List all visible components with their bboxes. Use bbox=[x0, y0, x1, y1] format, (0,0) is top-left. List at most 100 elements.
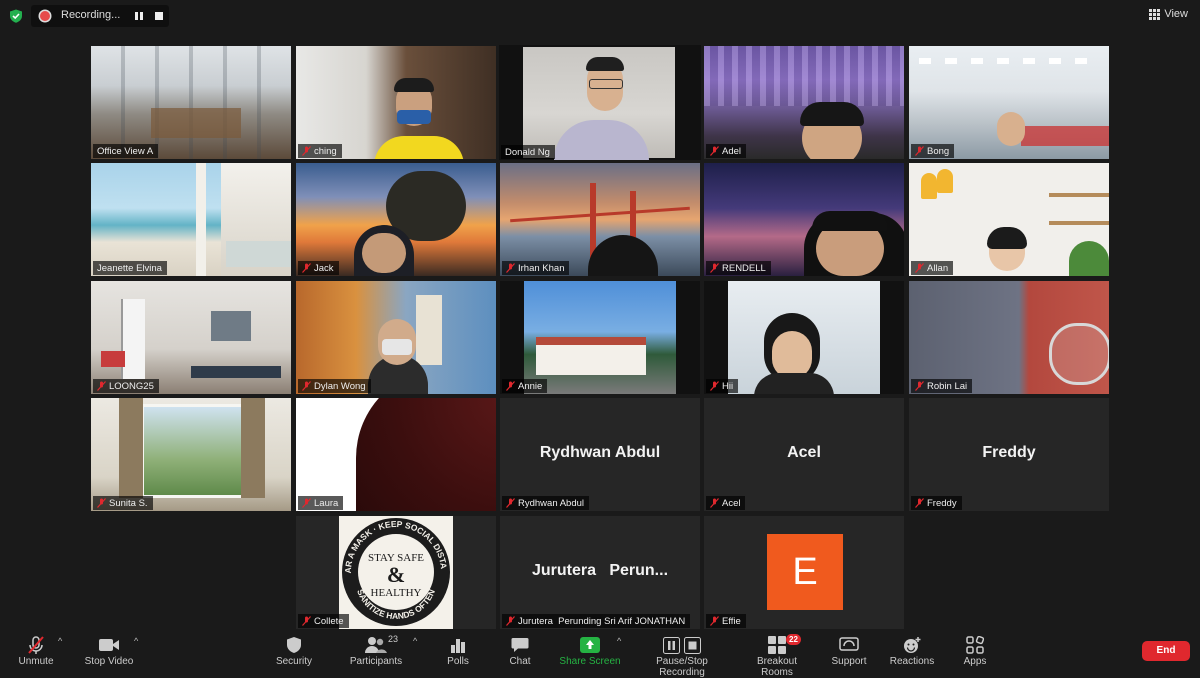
security-shield-icon[interactable] bbox=[9, 9, 23, 23]
participant-display-name: Acel bbox=[787, 444, 821, 461]
video-tile-ching[interactable]: ching bbox=[296, 46, 496, 159]
name-tag: Hii bbox=[706, 379, 739, 393]
name-tag: Dylan Wong bbox=[298, 379, 371, 393]
video-tile-collete[interactable]: WEAR A MASK · KEEP SOCIAL DISTANCE SANIT… bbox=[296, 516, 496, 629]
apps-icon bbox=[966, 636, 984, 654]
apps-button[interactable]: Apps bbox=[958, 634, 992, 667]
video-tile-bong[interactable]: Bong bbox=[909, 46, 1109, 159]
poster-line2: HEALTHY bbox=[371, 587, 422, 599]
video-tile-adel[interactable]: Adel bbox=[704, 46, 904, 159]
name-tag: ching bbox=[298, 144, 342, 158]
video-tile-jeanette-elvina[interactable]: Jeanette Elvina bbox=[91, 163, 291, 276]
polls-label: Polls bbox=[447, 656, 469, 667]
view-label: View bbox=[1164, 8, 1188, 20]
name-tag: Collete bbox=[298, 614, 349, 628]
mic-muted-icon bbox=[915, 381, 924, 391]
end-meeting-button[interactable]: End bbox=[1142, 641, 1190, 661]
name-tag: Sunita S. bbox=[93, 496, 153, 510]
video-tile-robin-lai[interactable]: Robin Lai bbox=[909, 281, 1109, 394]
mic-muted-icon bbox=[506, 498, 515, 508]
mic-muted-icon bbox=[302, 498, 311, 508]
video-tile-hii[interactable]: Hii bbox=[704, 281, 904, 394]
video-tile-jack[interactable]: Jack bbox=[296, 163, 496, 276]
breakout-rooms-button[interactable]: 22 Breakout Rooms bbox=[740, 634, 814, 678]
name-tag: Bong bbox=[911, 144, 955, 158]
participants-button[interactable]: 23 Participants bbox=[347, 634, 405, 667]
share-screen-label: Share Screen bbox=[559, 656, 621, 667]
stop-video-button[interactable]: Stop Video bbox=[82, 634, 136, 667]
recording-label: Recording... bbox=[61, 9, 121, 21]
shield-icon bbox=[287, 637, 301, 653]
name-tag: Acel bbox=[706, 496, 746, 510]
participant-display-name: Jurutera Perun... bbox=[531, 562, 669, 579]
pause-icon[interactable] bbox=[132, 9, 146, 23]
chat-button[interactable]: Chat bbox=[502, 634, 538, 667]
breakout-rooms-icon bbox=[768, 636, 786, 654]
chat-label: Chat bbox=[509, 656, 531, 667]
participants-icon bbox=[365, 637, 387, 653]
video-tile-laura[interactable]: Laura bbox=[296, 398, 496, 511]
video-tile-irhan-khan[interactable]: Irhan Khan bbox=[500, 163, 700, 276]
polls-icon bbox=[451, 639, 465, 653]
video-camera-icon bbox=[99, 639, 119, 651]
video-tile-rydhwan-abdul[interactable]: Rydhwan Abdul Rydhwan Abdul bbox=[500, 398, 700, 511]
video-tile-jurutera[interactable]: Jurutera Perun... Jurutera Perunding Sri… bbox=[500, 516, 700, 629]
video-tile-freddy[interactable]: Freddy Freddy bbox=[909, 398, 1109, 511]
mic-muted-icon bbox=[506, 263, 515, 273]
participants-count: 23 bbox=[388, 634, 399, 644]
breakout-count-badge: 22 bbox=[786, 634, 801, 645]
pause-stop-recording-button[interactable]: Pause/Stop Recording bbox=[632, 634, 732, 678]
meeting-toolbar: Unmute ^ Stop Video ^ Security 23 Partic… bbox=[0, 630, 1200, 678]
participant-display-name: Rydhwan Abdul bbox=[539, 444, 661, 461]
reactions-button[interactable]: Reactions bbox=[888, 634, 936, 667]
share-options-caret-icon[interactable]: ^ bbox=[617, 636, 621, 646]
video-tile-allan[interactable]: Allan bbox=[909, 163, 1109, 276]
support-button[interactable]: Support bbox=[828, 634, 870, 667]
unmute-button[interactable]: Unmute bbox=[14, 634, 58, 667]
audio-options-caret-icon[interactable]: ^ bbox=[58, 636, 62, 646]
mic-muted-icon bbox=[506, 616, 515, 626]
video-tile-donald-ng[interactable]: Donald Ng bbox=[499, 45, 701, 160]
name-tag: LOONG25 bbox=[93, 379, 159, 393]
mic-muted-icon bbox=[302, 263, 311, 273]
participant-display-name: Freddy bbox=[982, 444, 1036, 461]
name-tag: Irhan Khan bbox=[502, 261, 570, 275]
unmute-label: Unmute bbox=[18, 656, 54, 667]
chat-icon bbox=[511, 638, 529, 652]
name-tag: Jack bbox=[298, 261, 339, 275]
security-button[interactable]: Security bbox=[272, 634, 316, 667]
participants-options-caret-icon[interactable]: ^ bbox=[413, 636, 417, 646]
polls-button[interactable]: Polls bbox=[440, 634, 476, 667]
video-tile-loong25[interactable]: LOONG25 bbox=[91, 281, 291, 394]
video-tile-office-view-a[interactable]: Office View A bbox=[91, 46, 291, 159]
video-tile-dylan-wong[interactable]: Dylan Wong bbox=[296, 281, 496, 394]
video-tile-sunita[interactable]: Sunita S. bbox=[91, 398, 291, 511]
share-screen-icon bbox=[580, 637, 600, 653]
stop-icon[interactable] bbox=[152, 9, 166, 23]
mic-muted-icon bbox=[506, 381, 515, 391]
support-label: Support bbox=[831, 656, 867, 667]
stop-recording-icon bbox=[684, 636, 701, 654]
name-tag: Laura bbox=[298, 496, 344, 510]
name-tag: Jurutera Perunding Sri Arif JONATHAN bbox=[502, 614, 691, 628]
mic-muted-icon bbox=[28, 636, 44, 654]
mic-muted-icon bbox=[915, 146, 924, 156]
apps-label: Apps bbox=[963, 656, 987, 667]
participants-label: Participants bbox=[349, 656, 403, 667]
video-tile-effie[interactable]: E Effie bbox=[704, 516, 904, 629]
mic-muted-icon bbox=[710, 263, 719, 273]
name-tag: Effie bbox=[706, 614, 746, 628]
name-tag: Adel bbox=[706, 144, 747, 158]
view-button[interactable]: View bbox=[1149, 8, 1188, 20]
mic-muted-icon bbox=[302, 146, 311, 156]
video-tile-annie[interactable]: Annie bbox=[500, 281, 700, 394]
name-tag: Annie bbox=[502, 379, 548, 393]
mic-muted-icon bbox=[710, 146, 719, 156]
stay-safe-poster: WEAR A MASK · KEEP SOCIAL DISTANCE SANIT… bbox=[339, 516, 453, 629]
mic-muted-icon bbox=[915, 263, 924, 273]
video-options-caret-icon[interactable]: ^ bbox=[134, 636, 138, 646]
share-screen-button[interactable]: Share Screen bbox=[557, 634, 623, 667]
video-tile-acel[interactable]: Acel Acel bbox=[704, 398, 904, 511]
video-tile-rendell[interactable]: RENDELL bbox=[704, 163, 904, 276]
name-tag: Rydhwan Abdul bbox=[502, 496, 590, 510]
